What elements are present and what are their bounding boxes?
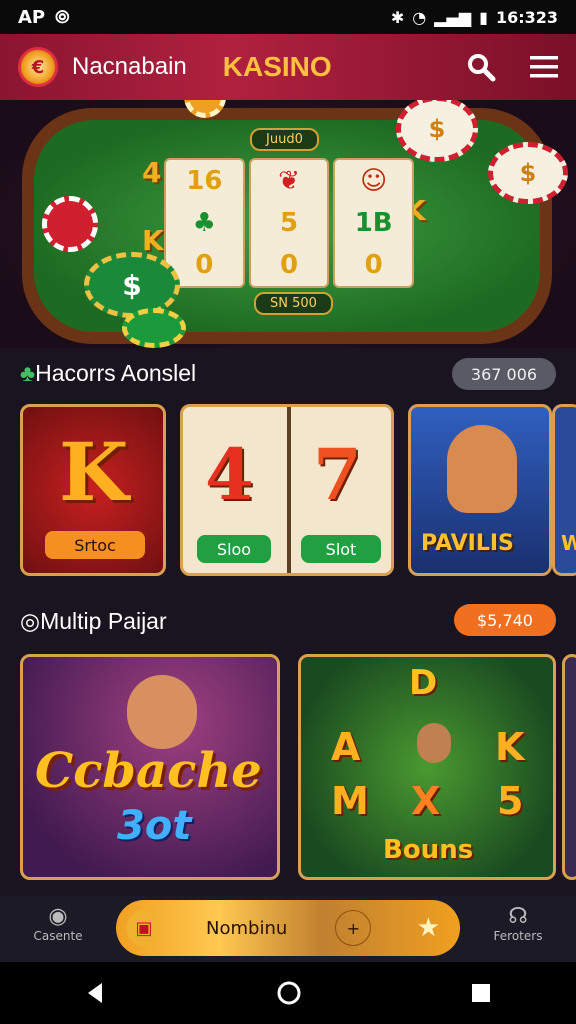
headset-icon: ☊ [508, 904, 528, 929]
cherry-icon: ❦ [278, 166, 300, 196]
card-title-line-2: 3ot [117, 803, 192, 849]
chip-icon [42, 196, 98, 252]
hero-table-banner[interactable]: Juud0 4 K K 16 ♣ 0 ❦ 5 0 ☺ 1B 0 SN 500 $… [0, 100, 576, 348]
grid-symbol-1: A [331, 725, 361, 769]
table-bottom-label: SN 500 [254, 292, 333, 315]
reel-1-symbol-3: 0 [195, 250, 214, 280]
game-card-slot[interactable]: 4 7 Sloo Slot [180, 404, 394, 576]
notification-icon: ⦾ [55, 6, 70, 28]
card-title-line-1: Ccbache [35, 743, 262, 799]
signal-icon: ▂▄▆ [434, 7, 472, 27]
dice-icon: ▣ [126, 910, 162, 946]
game-card-partial-2[interactable] [562, 654, 576, 880]
slot-button-2[interactable]: Slot [301, 535, 381, 563]
left-symbol-2: K [142, 224, 164, 257]
game-card-pavilis[interactable]: PAVILIS [408, 404, 552, 576]
nav-center-button[interactable]: ▣ Nombinu + ★ [116, 900, 460, 956]
face-icon [417, 723, 451, 763]
chip-icon [122, 308, 186, 348]
home-icon[interactable] [276, 980, 302, 1006]
dollar-chip-icon: $ [84, 252, 180, 318]
game-card-ccbache[interactable]: Ccbache 3ot [20, 654, 280, 880]
dollar-chip-icon: $ [488, 142, 568, 204]
section-1-badge[interactable]: 367 006 [452, 358, 556, 390]
nav-casente[interactable]: ◉ Casente [18, 904, 98, 943]
app-header: € Nacnabain KASINO [0, 34, 576, 100]
section-title-1: ♣Hacorrs Aonslel [20, 360, 197, 386]
reel-1: 16 ♣ 0 [164, 158, 245, 288]
grid-symbol-6: 5 [497, 779, 524, 823]
brand-name: Nacnabain [72, 53, 187, 80]
wifi-icon: ◔ [412, 7, 427, 27]
reel-1-symbol-1: 16 [186, 166, 223, 196]
card-title: PAVILIS [421, 531, 514, 556]
bottom-nav: ◉ Casente ▣ Nombinu + ★ ☊ Feroters [0, 896, 576, 962]
grid-symbol-3: K [495, 725, 525, 769]
nav-label-left: Casente [33, 929, 83, 943]
card-top-letter: D [409, 663, 438, 703]
clover-icon: ♣ [20, 360, 36, 386]
page-title: KASINO [222, 51, 332, 82]
menu-icon[interactable] [530, 54, 558, 80]
face-icon: ☺ [360, 166, 388, 196]
chip-icon: ◎ [20, 608, 41, 634]
system-nav-bar [0, 962, 576, 1024]
game-card-partial[interactable]: W [552, 404, 576, 576]
status-time: 16:323 [495, 7, 558, 27]
status-bar: AP ⦾ ✱ ◔ ▂▄▆ ▮ 16:323 [0, 0, 576, 34]
card-digit-2: 7 [313, 433, 362, 516]
nav-feroters[interactable]: ☊ Feroters [478, 904, 558, 943]
grid-symbol-4: M [331, 779, 369, 823]
character-portrait [447, 425, 517, 513]
game-card-k[interactable]: K Srtoc [20, 404, 166, 576]
status-left-text: AP [18, 6, 46, 28]
search-icon[interactable] [466, 52, 496, 82]
card-play-button[interactable]: Srtoc [45, 531, 145, 559]
section-title-2: ◎Multip Paijar [20, 608, 167, 634]
reel-2: ❦ 5 0 [248, 158, 330, 288]
slot-button-1[interactable]: Sloo [197, 535, 271, 563]
back-icon[interactable] [84, 981, 108, 1005]
table-top-label: Juud0 [250, 128, 319, 151]
target-icon: ◉ [48, 904, 68, 929]
recents-icon[interactable] [470, 982, 492, 1004]
game-card-bouns[interactable]: D A K M X 5 Bouns [298, 654, 556, 880]
card-partial-letter: W [561, 531, 576, 555]
reel-2-symbol-3: 0 [279, 250, 299, 280]
plus-button[interactable]: + [335, 910, 372, 946]
reel-2-symbol-2: 5 [279, 208, 299, 238]
character-portrait [127, 675, 197, 749]
reel-3-symbol-2: 1B [354, 208, 393, 238]
clover-icon: ♣ [192, 208, 216, 238]
section-2-badge[interactable]: $5,740 [454, 604, 556, 636]
card-digit-1: 4 [205, 433, 254, 516]
nav-label-right: Feroters [493, 929, 543, 943]
bluetooth-icon: ✱ [390, 7, 405, 27]
reel-strip: 16 ♣ 0 ❦ 5 0 ☺ 1B 0 [164, 158, 415, 288]
nav-center-label: Nombinu [206, 917, 288, 939]
card-letter: K [59, 425, 129, 519]
casino-logo-icon[interactable]: € [18, 47, 58, 87]
battery-icon: ▮ [479, 7, 488, 27]
grid-symbol-5: X [411, 779, 441, 823]
reel-3-symbol-3: 0 [364, 250, 383, 280]
card-banner: Bouns [383, 835, 474, 865]
card-divider [287, 407, 291, 573]
reel-3: ☺ 1B 0 [333, 158, 415, 288]
star-icon[interactable]: ★ [417, 913, 440, 943]
left-symbol-1: 4 [142, 156, 162, 189]
